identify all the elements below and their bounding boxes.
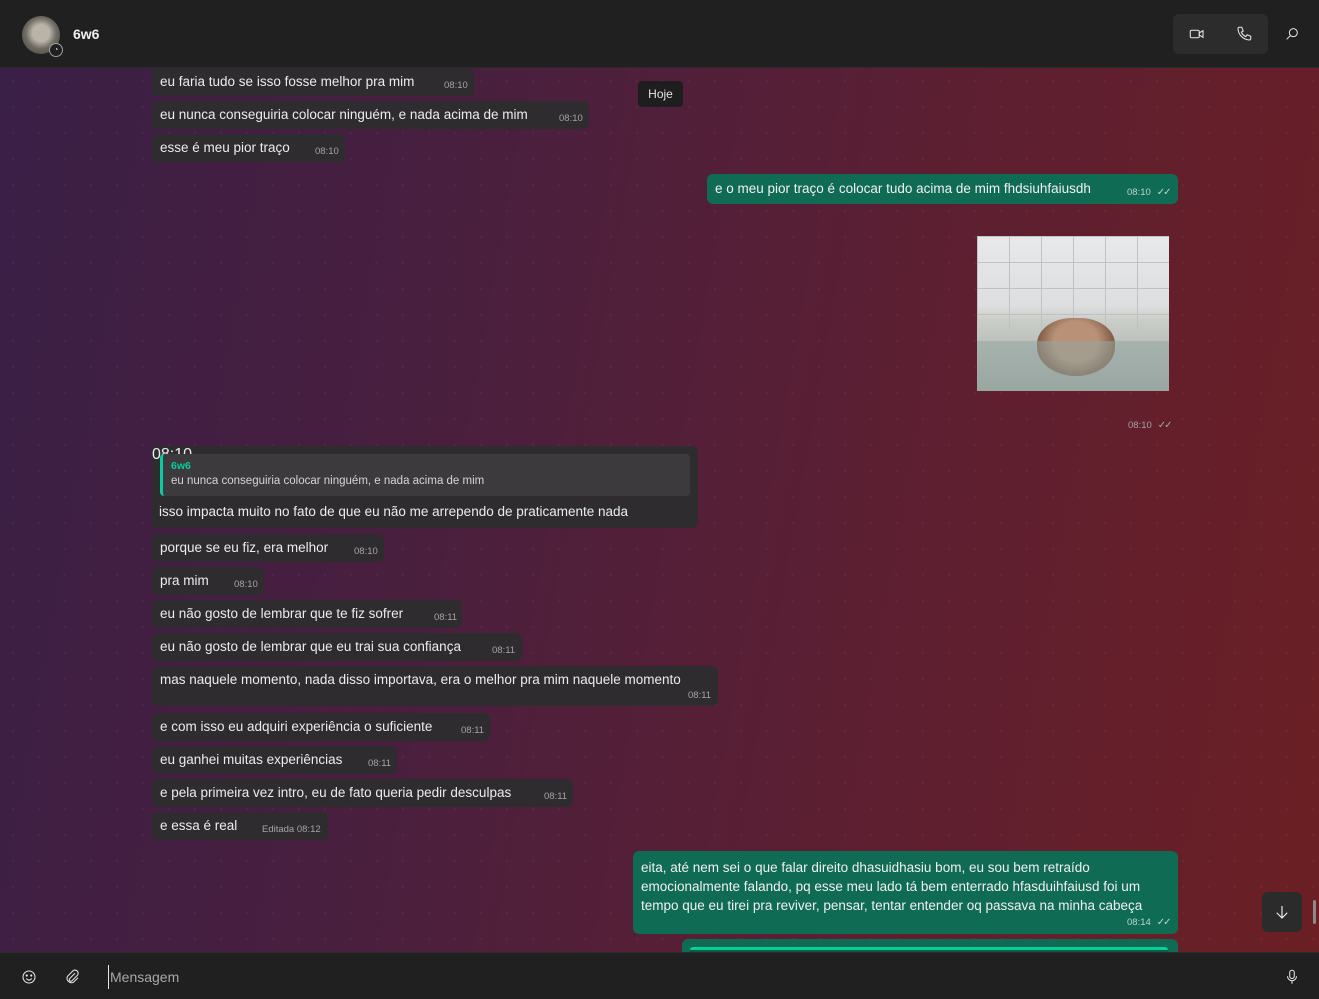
paperclip-icon (66, 969, 79, 984)
attach-button[interactable] (56, 961, 88, 993)
message-time: 08:11 (434, 612, 458, 623)
message-outgoing[interactable]: e o meu pior traço é colocar tudo acima … (707, 174, 1178, 204)
quoted-author: 6w6 (171, 460, 191, 472)
message-text: eu ganhei muitas experiências (160, 752, 343, 767)
message-time: 08:11 (492, 645, 516, 656)
voice-message-button[interactable] (1276, 961, 1308, 993)
message-outgoing-partial[interactable] (682, 939, 1178, 952)
emoji-icon (22, 970, 36, 984)
message-time: 08:14 ✓✓ (1127, 917, 1172, 928)
voice-call-icon (1237, 26, 1252, 41)
message-text: eu nunca conseguiria colocar ninguém, e … (160, 107, 528, 122)
emoji-button[interactable] (13, 961, 45, 993)
message-time: 08:11 (368, 758, 392, 769)
message-time: 08:11 (688, 690, 712, 701)
message-incoming[interactable]: porque se eu fiz, era melhor 08:10 (152, 534, 384, 562)
read-receipt-icon: ✓✓ (1156, 187, 1172, 198)
date-divider: Hoje (638, 81, 683, 107)
message-incoming[interactable]: e pela primeira vez intro, eu de fato qu… (152, 779, 573, 807)
search-button[interactable] (1276, 14, 1308, 54)
message-text: eu faria tudo se isso fosse melhor pra m… (160, 74, 415, 89)
status-ring-icon: ◔ (49, 43, 63, 57)
message-outgoing[interactable]: eita, até nem sei o que falar direito dh… (633, 851, 1178, 934)
arrow-down-icon (1276, 906, 1288, 919)
message-time: 08:10 ✓✓ (1128, 420, 1173, 431)
image-message[interactable] (977, 236, 1169, 391)
message-text: e com isso eu adquiri experiência o sufi… (160, 719, 433, 734)
message-composer (0, 952, 1319, 999)
message-time: 08:11 (461, 725, 485, 736)
message-line: eita, até nem sei o que falar direito dh… (641, 860, 1090, 875)
message-text: esse é meu pior traço (160, 140, 290, 155)
scroll-to-bottom-button[interactable] (1262, 892, 1302, 932)
read-receipt-icon: ✓✓ (1157, 420, 1173, 431)
message-incoming[interactable]: eu não gosto de lembrar que te fiz sofre… (152, 600, 462, 628)
message-incoming[interactable]: e essa é real Editada 08:12 (152, 812, 328, 840)
message-line: emocionalmente falando, pq esse meu lado… (641, 879, 1141, 894)
message-time: 08:10 (444, 80, 468, 91)
message-text: pra mim (160, 573, 209, 588)
message-incoming[interactable]: pra mim 08:10 (152, 567, 264, 595)
message-text: e o meu pior traço é colocar tudo acima … (715, 181, 1091, 196)
message-time: 08:11 (544, 791, 568, 802)
video-call-button[interactable] (1174, 14, 1220, 54)
message-incoming[interactable]: eu nunca conseguiria colocar ninguém, e … (152, 101, 589, 129)
read-receipt-icon: ✓✓ (1156, 917, 1172, 928)
message-text: eu não gosto de lembrar que te fiz sofre… (160, 606, 404, 621)
message-text: e essa é real (160, 818, 238, 833)
message-incoming[interactable]: eu faria tudo se isso fosse melhor pra m… (152, 68, 474, 96)
chat-messages-area[interactable]: eu faria tudo se isso fosse melhor pra m… (0, 68, 1319, 952)
message-time: 08:10 (354, 546, 378, 557)
voice-call-button[interactable] (1221, 14, 1267, 54)
message-time: 08:10 ✓✓ (1127, 187, 1172, 198)
message-incoming[interactable]: mas naquele momento, nada disso importav… (152, 666, 718, 706)
message-time: Editada 08:12 (262, 824, 321, 835)
quoted-text: eu nunca conseguiria colocar ninguém, e … (171, 475, 485, 487)
message-incoming-reply[interactable]: 6w6 eu nunca conseguiria colocar ninguém… (152, 446, 698, 528)
message-line: tempo que eu tirei pra reviver, pensar, … (641, 898, 1143, 913)
message-input[interactable] (108, 965, 1258, 989)
message-incoming[interactable]: eu ganhei muitas experiências 08:11 (152, 746, 397, 774)
chat-header: ◔ 6w6 (0, 0, 1319, 68)
message-text: eu não gosto de lembrar que eu trai sua … (160, 639, 461, 654)
photo-water (977, 341, 1169, 391)
quoted-message[interactable]: 6w6 eu nunca conseguiria colocar ninguém… (160, 454, 690, 496)
message-time: 08:10 (234, 579, 258, 590)
video-call-icon (1189, 29, 1204, 39)
contact-name[interactable]: 6w6 (73, 26, 99, 42)
call-buttons-group (1173, 14, 1268, 54)
message-incoming[interactable]: e com isso eu adquiri experiência o sufi… (152, 713, 490, 741)
message-text: porque se eu fiz, era melhor (160, 540, 329, 555)
message-text: mas naquele momento, nada disso importav… (160, 672, 681, 687)
microphone-icon (1286, 969, 1298, 984)
message-incoming[interactable]: esse é meu pior traço 08:10 (152, 134, 345, 162)
message-incoming[interactable]: eu não gosto de lembrar que eu trai sua … (152, 633, 522, 661)
photo-tiles (977, 236, 1169, 331)
message-text: isso impacta muito no fato de que eu não… (159, 504, 629, 519)
message-text: e pela primeira vez intro, eu de fato qu… (160, 785, 512, 800)
scrollbar-thumb[interactable] (1313, 900, 1316, 924)
message-time: 08:10 (559, 113, 583, 124)
message-time: 08:10 (315, 146, 339, 157)
search-icon (1286, 28, 1298, 40)
message-text: eita, até nem sei o que falar direito dh… (641, 858, 1142, 915)
